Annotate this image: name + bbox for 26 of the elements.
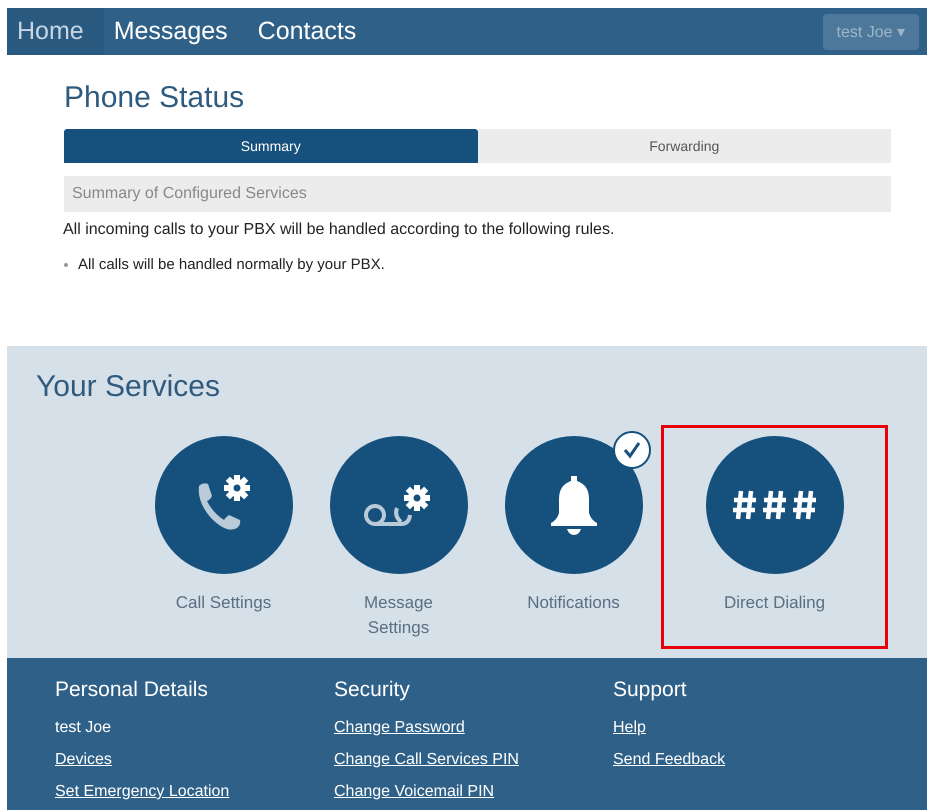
bullet-icon bbox=[64, 262, 68, 266]
service-label: Call Settings bbox=[174, 592, 272, 614]
nav-tab[interactable]: Messages bbox=[104, 8, 248, 55]
service-label: Message Settings bbox=[363, 592, 434, 639]
nav-tab[interactable]: Contacts bbox=[248, 8, 376, 55]
footer-heading: Personal Details bbox=[55, 678, 208, 702]
section-title: Your Services bbox=[36, 370, 221, 404]
rule-text: All calls will be handled normally by your PBX. bbox=[78, 256, 385, 273]
footer-text: test Joe bbox=[55, 718, 112, 738]
footer-link[interactable]: Help bbox=[613, 712, 646, 744]
footer-link[interactable]: Devices bbox=[55, 744, 112, 776]
service-label: Direct Dialing bbox=[722, 592, 826, 614]
service-label: Notifications bbox=[526, 592, 621, 614]
description-text: All incoming calls to your PBX will be handled according to the following rules. bbox=[63, 221, 616, 239]
section-title: Phone Status bbox=[64, 81, 246, 115]
tab[interactable]: Forwarding bbox=[478, 129, 891, 163]
footer-link[interactable]: Change Call Services PIN bbox=[334, 744, 519, 776]
footer-link[interactable]: Set Emergency Location bbox=[55, 776, 230, 808]
footer-heading: Security bbox=[334, 678, 410, 702]
nav-tab[interactable]: Home bbox=[7, 8, 104, 55]
footer-link[interactable]: Change Password bbox=[334, 712, 465, 744]
tab[interactable]: Summary bbox=[64, 129, 478, 163]
panel-header: Summary of Configured Services bbox=[64, 176, 891, 212]
footer-heading: Support bbox=[613, 678, 687, 702]
footer-link[interactable]: Change Voicemail PIN bbox=[334, 776, 494, 808]
footer-link[interactable]: Send Feedback bbox=[613, 744, 726, 776]
